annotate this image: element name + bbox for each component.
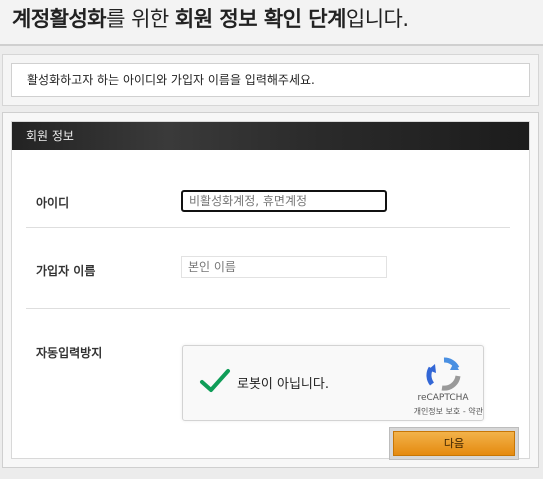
captcha-label: 자동입력방지: [36, 346, 103, 360]
captcha-links: 개인정보 보호 - 약관: [379, 406, 483, 417]
checkmark-icon[interactable]: [199, 368, 231, 394]
title-bar: 계정활성화를 위한 회원 정보 확인 단계입니다.: [0, 0, 543, 46]
divider: [26, 227, 510, 228]
notice-text: 활성화하고자 하는 아이디와 가입자 이름을 입력해주세요.: [11, 63, 530, 97]
recaptcha-logo-icon: [426, 356, 462, 392]
recaptcha-brand: reCAPTCHA: [417, 393, 469, 403]
page-title-text-2: 입니다.: [345, 7, 409, 31]
divider: [26, 308, 510, 309]
page-title-emphasis-2: 회원 정보 확인 단계: [174, 7, 347, 31]
terms-link[interactable]: 약관: [468, 407, 483, 416]
id-input[interactable]: [181, 190, 387, 212]
member-info-panel: 회원 정보 아이디 가입자 이름 자동입력방지 로봇이 아닙니다.: [2, 112, 539, 468]
id-label: 아이디: [36, 196, 70, 210]
notice-panel: 활성화하고자 하는 아이디와 가입자 이름을 입력해주세요.: [2, 54, 539, 106]
page-title-emphasis-1: 계정활성화: [12, 7, 107, 31]
privacy-link[interactable]: 개인정보 보호: [414, 407, 461, 416]
section-header: 회원 정보: [12, 122, 529, 150]
recaptcha-widget: 로봇이 아닙니다. reCAPTCHA 개인정보 보호 - 약관: [182, 345, 484, 421]
name-input[interactable]: [181, 256, 387, 278]
captcha-checkbox-label[interactable]: 로봇이 아닙니다.: [237, 373, 329, 392]
name-label: 가입자 이름: [36, 264, 96, 278]
member-info-form: 회원 정보 아이디 가입자 이름 자동입력방지 로봇이 아닙니다.: [11, 121, 530, 460]
page-title: 계정활성화를 위한 회원 정보 확인 단계입니다.: [12, 4, 409, 34]
next-button-frame: 다음: [389, 427, 519, 460]
page-title-text-1: 를 위한: [106, 7, 175, 31]
next-button[interactable]: 다음: [393, 431, 515, 456]
